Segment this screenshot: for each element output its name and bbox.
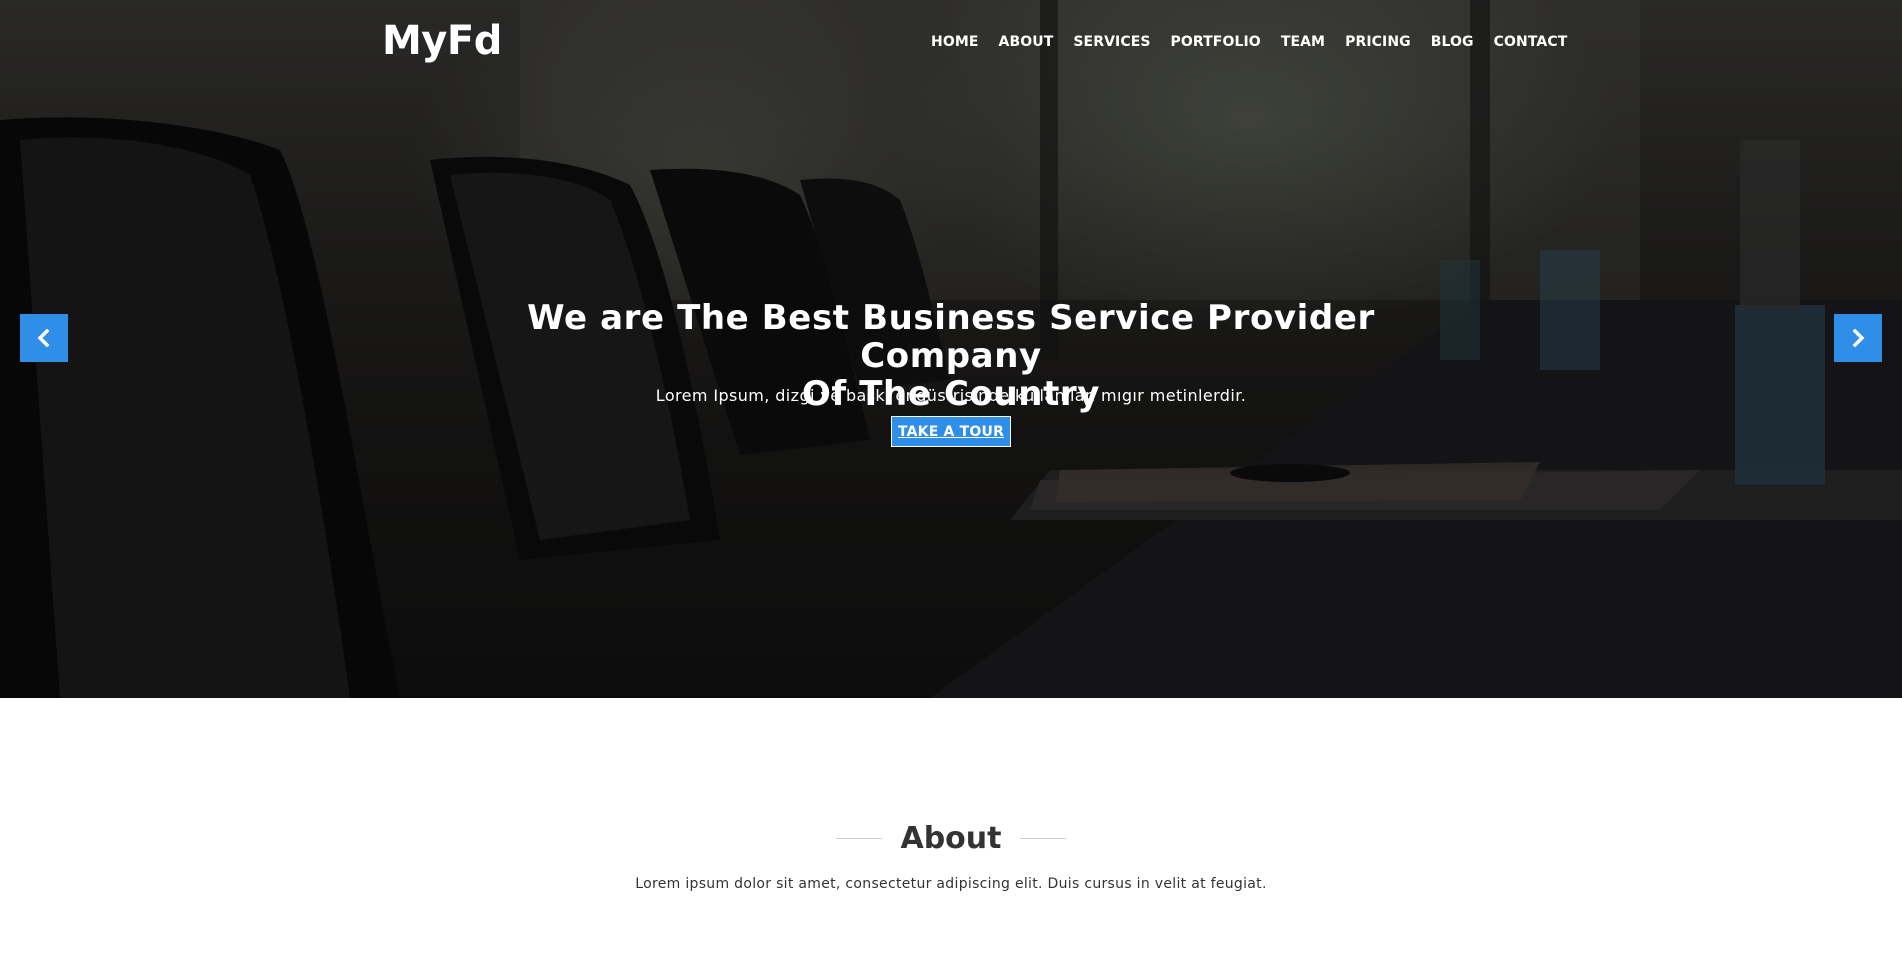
nav-item-about[interactable]: ABOUT [989, 32, 1064, 52]
main-nav: HOME ABOUT SERVICES PORTFOLIO TEAM PRICI… [921, 32, 1577, 52]
slider-next-button[interactable] [1834, 314, 1882, 362]
nav-item-portfolio[interactable]: PORTFOLIO [1161, 32, 1271, 52]
about-description: Lorem ipsum dolor sit amet, consectetur … [635, 876, 1267, 892]
nav-item-contact[interactable]: CONTACT [1484, 32, 1578, 52]
page: MyFd HOME ABOUT SERVICES PORTFOLIO TEAM … [0, 0, 1902, 971]
take-a-tour-button[interactable]: TAKE A TOUR [891, 416, 1011, 447]
divider-right [1019, 837, 1066, 839]
hero-title-line-1: We are The Best Business Service Provide… [527, 298, 1375, 376]
nav-item-home[interactable]: HOME [921, 32, 989, 52]
hero-slider: MyFd HOME ABOUT SERVICES PORTFOLIO TEAM … [0, 0, 1902, 698]
divider-left [836, 837, 883, 839]
nav-item-services[interactable]: SERVICES [1063, 32, 1160, 52]
slider-prev-button[interactable] [20, 314, 68, 362]
brand-logo[interactable]: MyFd [382, 18, 502, 64]
nav-item-blog[interactable]: BLOG [1421, 32, 1484, 52]
hero-subtitle: Lorem Ipsum, dizgi ve baskı endüstrisind… [655, 386, 1247, 405]
about-heading: About [836, 818, 1066, 858]
nav-item-pricing[interactable]: PRICING [1335, 32, 1421, 52]
about-title: About [900, 820, 1002, 856]
chevron-right-icon [1852, 329, 1865, 347]
nav-item-team[interactable]: TEAM [1271, 32, 1335, 52]
chevron-left-icon [37, 329, 50, 347]
